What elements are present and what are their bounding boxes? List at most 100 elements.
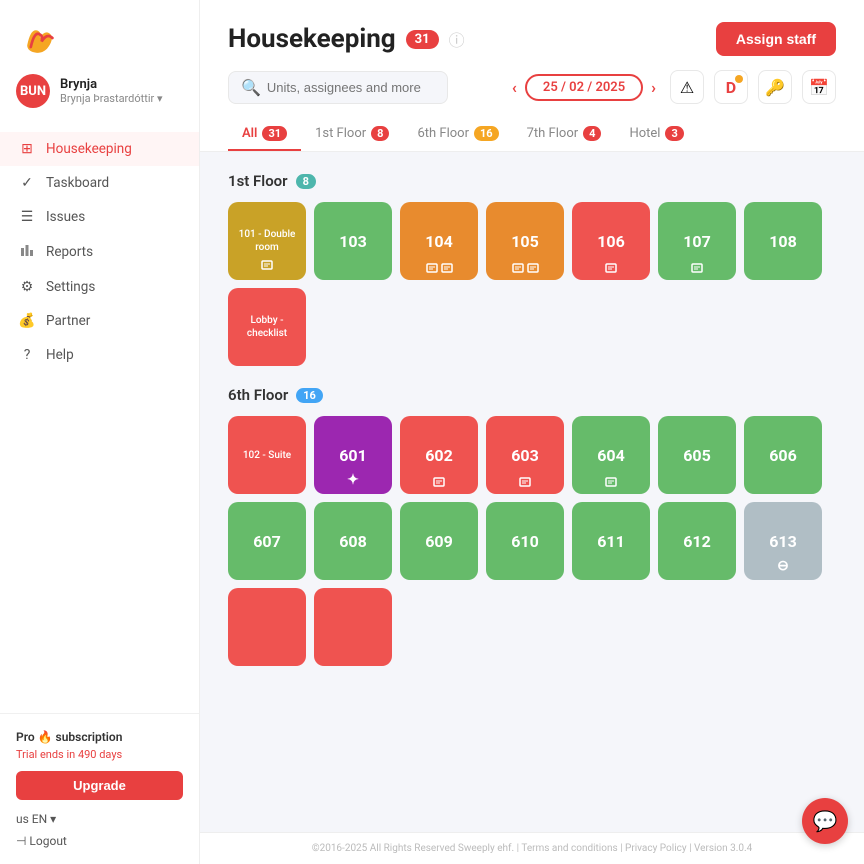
user-subtitle: Brynja Þrastardóttir ▾ bbox=[60, 92, 183, 105]
room-104-label: 104 bbox=[425, 232, 453, 251]
room-604-label: 604 bbox=[597, 446, 625, 465]
filter-tabs: All 31 1st Floor 8 6th Floor 16 7th Floo… bbox=[228, 118, 836, 151]
room-603[interactable]: 603 bbox=[486, 416, 564, 494]
tab-all-label: All bbox=[242, 126, 257, 141]
logout-link[interactable]: ⊣ Logout bbox=[16, 834, 183, 848]
user-profile[interactable]: BUN Brynja Brynja Þrastardóttir ▾ bbox=[0, 66, 199, 124]
room-101-label: 101 - Double room bbox=[228, 228, 306, 254]
calendar-icon: 📅 bbox=[809, 78, 829, 97]
sidebar-item-label: Reports bbox=[46, 244, 93, 260]
room-602-label: 602 bbox=[425, 446, 453, 465]
language-selector[interactable]: us EN ▾ bbox=[16, 812, 183, 826]
header-controls: 🔍 ‹ 25 / 02 / 2025 › ⚠ D 🔑 bbox=[228, 70, 836, 104]
sidebar-item-label: Taskboard bbox=[46, 175, 109, 191]
room-101[interactable]: 101 - Double room bbox=[228, 202, 306, 280]
room-610[interactable]: 610 bbox=[486, 502, 564, 580]
room-604[interactable]: 604 bbox=[572, 416, 650, 494]
tab-6f-count: 16 bbox=[474, 126, 499, 141]
sidebar-item-reports[interactable]: Reports bbox=[0, 234, 199, 270]
room-103-label: 103 bbox=[339, 232, 367, 251]
settings-icon: ⚙ bbox=[18, 279, 36, 295]
date-next-arrow[interactable]: › bbox=[651, 78, 656, 97]
help-icon: ? bbox=[18, 347, 36, 363]
room-615[interactable] bbox=[314, 588, 392, 666]
special-icon: ✦ bbox=[347, 472, 359, 488]
floor-6th-grid: 102 - Suite 601 ✦ 602 bbox=[228, 416, 836, 666]
room-102[interactable]: 102 - Suite bbox=[228, 416, 306, 494]
page-title: Housekeeping bbox=[228, 24, 396, 54]
room-106[interactable]: 106 bbox=[572, 202, 650, 280]
key-icon: 🔑 bbox=[765, 78, 785, 97]
tab-hotel-count: 3 bbox=[665, 126, 683, 141]
tab-7th-floor[interactable]: 7th Floor 4 bbox=[513, 118, 616, 151]
room-107-label: 107 bbox=[683, 232, 711, 251]
search-box[interactable]: 🔍 bbox=[228, 71, 448, 104]
room-609[interactable]: 609 bbox=[400, 502, 478, 580]
sidebar-item-label: Settings bbox=[46, 279, 95, 295]
tab-hotel[interactable]: Hotel 3 bbox=[615, 118, 697, 151]
room-607[interactable]: 607 bbox=[228, 502, 306, 580]
tab-6th-floor[interactable]: 6th Floor 16 bbox=[403, 118, 512, 151]
search-input[interactable] bbox=[267, 80, 435, 95]
sidebar: BUN Brynja Brynja Þrastardóttir ▾ ⊞ Hous… bbox=[0, 0, 200, 864]
room-105-label: 105 bbox=[511, 232, 539, 251]
room-108[interactable]: 108 bbox=[744, 202, 822, 280]
sidebar-item-help[interactable]: ? Help bbox=[0, 338, 199, 372]
sidebar-item-settings[interactable]: ⚙ Settings bbox=[0, 270, 199, 304]
room-601[interactable]: 601 ✦ bbox=[314, 416, 392, 494]
sidebar-item-housekeeping[interactable]: ⊞ Housekeeping bbox=[0, 132, 199, 166]
avatar: BUN bbox=[16, 74, 50, 108]
room-613-icons: ⊖ bbox=[777, 558, 789, 574]
room-107[interactable]: 107 bbox=[658, 202, 736, 280]
room-602[interactable]: 602 bbox=[400, 416, 478, 494]
tab-all[interactable]: All 31 bbox=[228, 118, 301, 151]
sidebar-item-issues[interactable]: ☰ Issues bbox=[0, 200, 199, 234]
tab-7f-label: 7th Floor bbox=[527, 126, 579, 141]
floor-1st-count: 8 bbox=[296, 174, 316, 189]
room-104[interactable]: 104 bbox=[400, 202, 478, 280]
chat-icon: 💬 bbox=[813, 809, 838, 833]
upgrade-button[interactable]: Upgrade bbox=[16, 771, 183, 800]
room-613-label: 613 bbox=[769, 532, 797, 551]
checklist-icon bbox=[261, 259, 273, 274]
sidebar-item-partner[interactable]: 💰 Partner bbox=[0, 304, 199, 338]
room-611-label: 611 bbox=[597, 532, 625, 551]
action-icons: ⚠ D 🔑 📅 bbox=[670, 70, 836, 104]
issues-icon: ☰ bbox=[18, 209, 36, 225]
room-606[interactable]: 606 bbox=[744, 416, 822, 494]
main-content: Housekeeping 31 ⓘ Assign staff 🔍 ‹ 25 / … bbox=[200, 0, 864, 864]
room-106-label: 106 bbox=[597, 232, 625, 251]
room-605[interactable]: 605 bbox=[658, 416, 736, 494]
key-button[interactable]: 🔑 bbox=[758, 70, 792, 104]
room-103[interactable]: 103 bbox=[314, 202, 392, 280]
floor-6th-title: 6th Floor 16 bbox=[228, 386, 836, 404]
reports-icon bbox=[18, 243, 36, 261]
notification-dot bbox=[735, 75, 743, 83]
sidebar-item-label: Housekeeping bbox=[46, 141, 132, 157]
room-105[interactable]: 105 bbox=[486, 202, 564, 280]
alert-icon: ⚠ bbox=[680, 78, 694, 97]
alert-icon-button[interactable]: ⚠ bbox=[670, 70, 704, 104]
date-display: 25 / 02 / 2025 bbox=[525, 74, 643, 101]
tab-1st-floor[interactable]: 1st Floor 8 bbox=[301, 118, 403, 151]
sidebar-item-label: Partner bbox=[46, 313, 90, 329]
sidebar-item-label: Issues bbox=[46, 209, 85, 225]
tab-1f-label: 1st Floor bbox=[315, 126, 366, 141]
date-prev-arrow[interactable]: ‹ bbox=[512, 78, 517, 97]
date-navigation: ‹ 25 / 02 / 2025 › bbox=[512, 74, 656, 101]
room-611[interactable]: 611 bbox=[572, 502, 650, 580]
calendar-button[interactable]: 📅 bbox=[802, 70, 836, 104]
sidebar-item-taskboard[interactable]: ✓ Taskboard bbox=[0, 166, 199, 200]
room-613[interactable]: 613 ⊖ bbox=[744, 502, 822, 580]
notifications-button[interactable]: D bbox=[714, 70, 748, 104]
info-icon[interactable]: ⓘ bbox=[449, 27, 465, 51]
floor-6th-count: 16 bbox=[296, 388, 323, 403]
assign-staff-button[interactable]: Assign staff bbox=[716, 22, 836, 56]
room-612[interactable]: 612 bbox=[658, 502, 736, 580]
room-608[interactable]: 608 bbox=[314, 502, 392, 580]
total-count-badge: 31 bbox=[406, 30, 439, 49]
chat-bubble-button[interactable]: 💬 bbox=[802, 798, 848, 844]
room-lobby[interactable]: Lobby - checklist bbox=[228, 288, 306, 366]
room-614[interactable] bbox=[228, 588, 306, 666]
search-icon: 🔍 bbox=[241, 78, 261, 97]
